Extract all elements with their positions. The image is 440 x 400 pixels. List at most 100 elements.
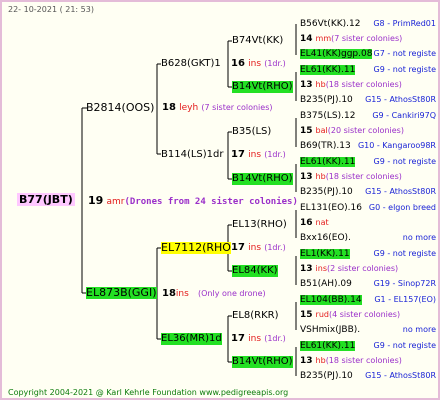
gen3-queen-0[interactable]: B74Vt(KK) [232,35,283,47]
gen4-queen-id[interactable]: EL61(KK).11 [300,65,356,75]
gen4-queen-origin[interactable]: G15 - AthosSt80R [365,186,436,198]
gen4-queen-origin[interactable]: G15 - AthosSt80R [365,94,436,106]
gen2-race: ins [248,243,262,253]
gen4-queen-id[interactable]: B69(TR).13 [300,141,351,151]
gen4-queen-row: Bxx16(EO). no more [300,232,436,244]
gen3-queen-6[interactable]: EL8(RKR) [232,310,279,322]
gen4-race: hb [315,356,326,365]
gen4-queen-row: EL1(KK).11 G9 - not registe [300,248,436,260]
gen2-drone-0: 16 ins (1dr.) [231,58,286,70]
gen4-queen-id[interactable]: EL131(EO).16 [300,203,362,213]
gen4-note: (7 sister colonies) [331,34,403,43]
gen1-queen-1[interactable]: EL873B(GGI) [86,287,157,299]
gen4-queen-origin[interactable]: G19 - Sinop72R [374,278,436,290]
gen2-queen-1[interactable]: B114(LS)1dr [161,149,224,161]
gen4-queen-origin[interactable]: G10 - Kangaroo98R [358,140,436,152]
gen3-queen-2[interactable]: B35(LS) [232,126,271,138]
root-race: amr [106,197,125,207]
gen4-queen-id[interactable]: EL104(BB).14 [300,295,362,305]
gen4-race: hb [315,80,326,89]
gen1-num: 18 [162,102,176,113]
gen4-queen-row: B235(PJ).10 G15 - AthosSt80R [300,370,436,382]
gen4-queen-id[interactable]: Bxx16(EO). [300,233,351,243]
gen4-drone-row: 13 ins(2 sister colonies) [300,263,398,275]
gen4-note: (18 sister colonies) [325,80,402,89]
gen2-drone-3: 17 ins (1dr.) [231,333,286,345]
generation-date: 22- 10-2021 ( 21: 53) [8,5,94,14]
gen4-race: rud [315,310,329,319]
gen2-num: 17 [231,333,245,344]
root-queen-id[interactable]: B77(JBT) [17,193,75,206]
gen4-drone-row: 13 hb(18 sister colonies) [300,171,402,183]
gen1-race: leyh [179,103,199,113]
gen4-queen-row: B235(PJ).10 G15 - AthosSt80R [300,94,436,106]
gen4-queen-id[interactable]: VSHmix(JBB). [300,325,360,335]
gen4-queen-id[interactable]: B235(PJ).10 [300,187,353,197]
gen4-queen-row: B56Vt(KK).12 G8 - PrimRed01 [300,18,436,30]
gen2-race: ins [248,59,262,69]
gen4-queen-id[interactable]: B235(PJ).10 [300,95,353,105]
gen4-race: hb [315,172,326,181]
gen3-queen-4[interactable]: EL13(RHO) [232,219,287,231]
gen4-queen-id[interactable]: B235(PJ).10 [300,371,353,381]
gen3-queen-1[interactable]: B14Vt(RHO) [232,81,293,93]
gen2-queen-0[interactable]: B628(GKT)1 [161,58,221,70]
gen1-note: (Only one drone) [198,289,266,298]
gen4-num: 16 [300,218,313,228]
gen2-race: ins [248,334,262,344]
gen1-queen-0[interactable]: B2814(OOS) [86,102,154,114]
gen4-queen-origin[interactable]: G9 - not registe [374,248,436,260]
gen2-num: 16 [231,58,245,69]
gen4-queen-row: EL61(KK).11 G9 - not registe [300,340,436,352]
gen4-num: 13 [300,264,313,274]
gen4-note: (2 sister colonies) [327,264,399,273]
gen4-queen-origin[interactable]: G0 - elgon breed [369,202,436,214]
gen4-note: (18 sister colonies) [325,356,402,365]
gen3-queen-3[interactable]: B14Vt(RHO) [232,173,293,185]
gen3-queen-7[interactable]: B14Vt(RHO) [232,356,293,368]
gen4-drone-row: 13 hb(18 sister colonies) [300,355,402,367]
gen4-queen-id[interactable]: EL1(KK).11 [300,249,350,259]
gen2-note: (1dr.) [264,334,286,343]
gen4-queen-origin[interactable]: G9 - Cankiri97Q [372,110,436,122]
gen2-queen-2[interactable]: EL7112(RHO [161,242,231,254]
gen4-queen-id[interactable]: B375(LS).12 [300,111,355,121]
gen4-queen-id[interactable]: EL41(KK)ggp.08 [300,49,373,59]
gen4-queen-origin[interactable]: G7 - not registe [374,48,436,60]
gen3-queen-5[interactable]: EL84(KK) [232,265,278,277]
gen4-queen-row: B51(AH).09 G19 - Sinop72R [300,278,436,290]
gen4-num: 15 [300,310,313,320]
gen4-drone-row: 16 nat [300,217,329,229]
gen4-num: 14 [300,34,313,44]
pedigree-frame: 22- 10-2021 ( 21: 53) B77(JBT) 19 amr(Dr… [0,0,440,400]
gen4-queen-origin[interactable]: G1 - EL157(EO) [374,294,436,306]
gen2-note: (1dr.) [264,243,286,252]
gen4-num: 13 [300,80,313,90]
gen4-queen-origin[interactable]: G8 - PrimRed01 [373,18,436,30]
gen4-queen-id[interactable]: EL61(KK).11 [300,157,356,167]
gen4-queen-origin[interactable]: no more [403,232,436,244]
gen4-note: (18 sister colonies) [325,172,402,181]
gen2-num: 17 [231,149,245,160]
gen1-drone-0: 18 leyh (7 sister colonies) [162,102,273,114]
gen4-drone-row: 15 bal(20 sister colonies) [300,125,404,137]
gen1-num: 18 [162,288,176,299]
gen2-queen-3[interactable]: EL36(MR)1d [161,333,222,345]
root-num: 19 [88,194,104,207]
gen4-queen-row: B235(PJ).10 G15 - AthosSt80R [300,186,436,198]
gen4-queen-origin[interactable]: G9 - not registe [374,64,436,76]
gen4-queen-id[interactable]: B56Vt(KK).12 [300,19,360,29]
gen4-queen-row: EL61(KK).11 G9 - not registe [300,64,436,76]
gen4-queen-id[interactable]: B51(AH).09 [300,279,352,289]
gen4-race: ins [315,264,327,273]
gen2-drone-2: 17 ins (1dr.) [231,242,286,254]
gen4-queen-origin[interactable]: no more [403,324,436,336]
gen4-queen-id[interactable]: EL61(KK).11 [300,341,356,351]
gen4-queen-origin[interactable]: G15 - AthosSt80R [365,370,436,382]
gen2-note: (1dr.) [264,150,286,159]
gen4-num: 13 [300,172,313,182]
gen4-queen-origin[interactable]: G9 - not registe [374,340,436,352]
gen4-queen-row: EL104(BB).14 G1 - EL157(EO) [300,294,436,306]
gen4-queen-origin[interactable]: G9 - not registe [374,156,436,168]
gen4-queen-row: EL131(EO).16 G0 - elgon breed [300,202,436,214]
